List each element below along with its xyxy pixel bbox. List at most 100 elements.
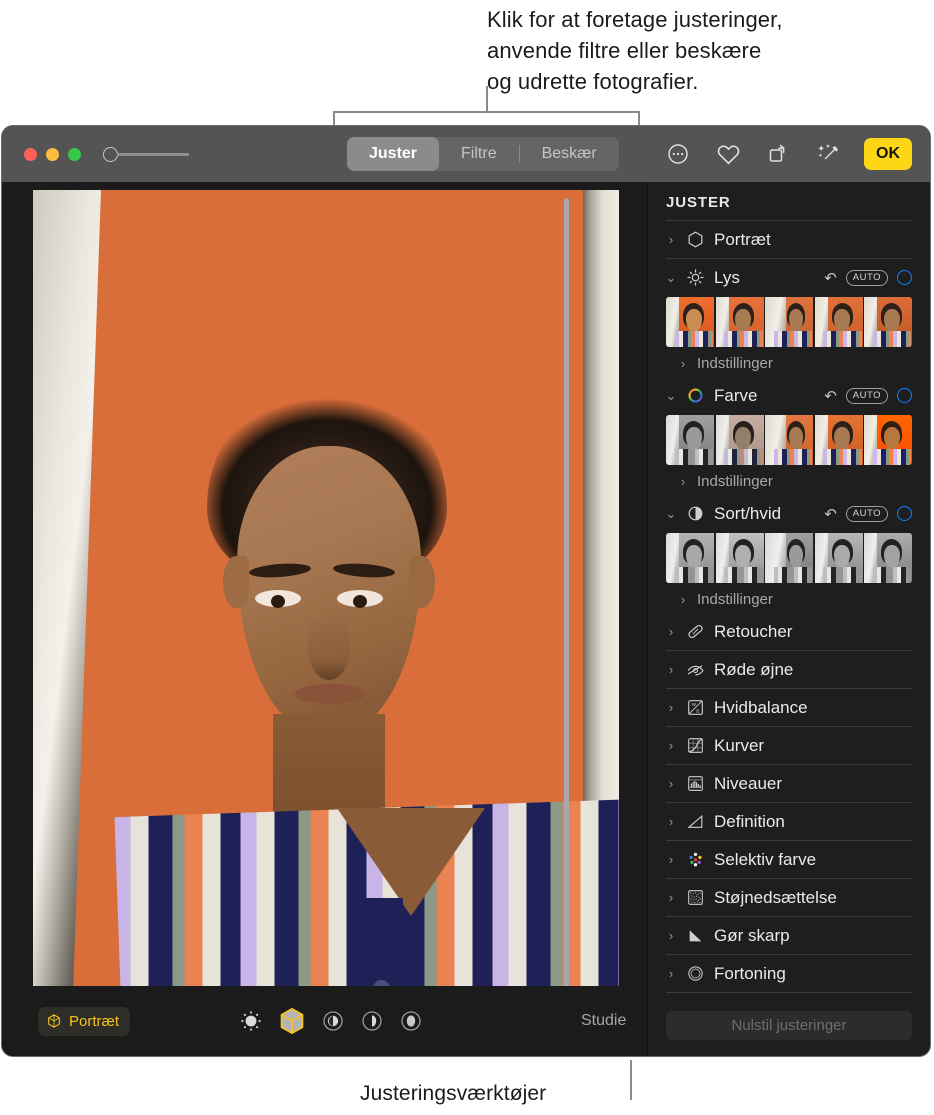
adjust-item-sort-hvid[interactable]: ⌄ Sort/hvid ↶ AUTO <box>666 495 912 532</box>
thumbnail[interactable] <box>864 297 912 347</box>
adjust-item-hvidbalance[interactable]: › W B Hvidbalance <box>666 689 912 726</box>
photo-scrollbar-thumb[interactable] <box>564 198 569 986</box>
revert-icon[interactable]: ↶ <box>824 387 837 405</box>
toggle-adjustment-circle[interactable] <box>897 506 912 521</box>
photo-scrollbar[interactable] <box>564 198 569 986</box>
lighting-option-studio-light[interactable] <box>277 1006 307 1036</box>
adjust-item-selektiv-farve[interactable]: › Selektiv fa <box>666 841 912 878</box>
adjust-item-label: Selektiv farve <box>714 850 912 870</box>
definition-icon <box>685 812 705 832</box>
rotate-icon[interactable] <box>764 140 792 168</box>
adjust-list[interactable]: › Portræt ⌄ <box>648 220 930 999</box>
photo-preview[interactable] <box>33 190 619 986</box>
zoom-slider[interactable] <box>103 147 189 162</box>
auto-button[interactable]: AUTO <box>846 388 888 404</box>
toolbar-right-actions: OK <box>664 126 912 182</box>
adjust-item-farve[interactable]: ⌄ Farve <box>666 377 912 414</box>
ok-button[interactable]: OK <box>864 138 912 170</box>
svg-text:W: W <box>691 702 696 708</box>
lighting-option-stage-light-mono[interactable] <box>398 1008 424 1034</box>
settings-label: Indstillinger <box>697 473 773 490</box>
auto-button[interactable]: AUTO <box>846 270 888 286</box>
lighting-option-stage-light[interactable] <box>359 1008 385 1034</box>
chevron-down-icon[interactable]: ⌄ <box>666 506 676 522</box>
more-options-icon[interactable] <box>664 140 692 168</box>
thumbnail[interactable] <box>765 415 813 465</box>
portrait-mode-badge[interactable]: Portræt <box>38 1007 130 1036</box>
chevron-right-icon[interactable]: › <box>666 232 676 247</box>
sort-hvid-settings-row[interactable]: › Indstillinger <box>666 585 912 613</box>
chevron-right-icon[interactable]: › <box>666 966 676 981</box>
thumbnail[interactable] <box>864 533 912 583</box>
chevron-right-icon[interactable]: › <box>666 814 676 829</box>
lys-settings-row[interactable]: › Indstillinger <box>666 349 912 377</box>
farve-preview-thumbnails[interactable] <box>666 415 912 465</box>
toggle-adjustment-circle[interactable] <box>897 270 912 285</box>
auto-button[interactable]: AUTO <box>846 506 888 522</box>
chevron-right-icon[interactable]: › <box>666 624 676 639</box>
auto-enhance-wand-icon[interactable] <box>814 140 842 168</box>
lighting-option-natural-light[interactable] <box>238 1008 264 1034</box>
chevron-right-icon[interactable]: › <box>666 852 676 867</box>
callout-text-top: Klik for at foretage justeringer, anvend… <box>487 4 783 97</box>
thumbnail[interactable] <box>666 533 714 583</box>
tab-beskaer[interactable]: Beskær <box>520 137 619 171</box>
thumbnail[interactable] <box>765 297 813 347</box>
adjust-item-gor-skarp[interactable]: › Gør skarp <box>666 917 912 954</box>
sort-hvid-preview-thumbnails[interactable] <box>666 533 912 583</box>
thumbnail[interactable] <box>716 533 764 583</box>
adjust-item-rode-ojne[interactable]: › Røde øjne <box>666 651 912 688</box>
thumbnail[interactable] <box>716 297 764 347</box>
thumbnail[interactable] <box>765 533 813 583</box>
chevron-right-icon[interactable]: › <box>666 700 676 715</box>
adjust-item-kurver[interactable]: › Kurver <box>666 727 912 764</box>
thumbnail[interactable] <box>815 415 863 465</box>
zoom-window-button[interactable] <box>68 148 81 161</box>
adjust-item-lys[interactable]: ⌄ Lys ↶ <box>666 259 912 296</box>
thumbnail[interactable] <box>815 297 863 347</box>
chevron-right-icon[interactable]: › <box>666 776 676 791</box>
chevron-right-icon[interactable]: › <box>666 662 676 677</box>
close-window-button[interactable] <box>24 148 37 161</box>
lys-preview-thumbnails[interactable] <box>666 297 912 347</box>
chevron-right-icon[interactable]: › <box>678 356 688 371</box>
adjust-panel: JUSTER › Portræt <box>647 182 930 1056</box>
subject-lips <box>295 684 365 704</box>
chevron-right-icon[interactable]: › <box>666 890 676 905</box>
shirt-placket <box>359 898 403 986</box>
adjust-item-stojnedsaettelse[interactable]: › <box>666 879 912 916</box>
panel-footer: Nulstil justeringer <box>648 999 930 1056</box>
zoom-slider-knob[interactable] <box>103 147 118 162</box>
chevron-right-icon[interactable]: › <box>666 738 676 753</box>
chevron-right-icon[interactable]: › <box>666 928 676 943</box>
adjust-item-label: Definition <box>714 812 912 832</box>
thumbnail[interactable] <box>666 297 714 347</box>
adjust-item-portraet[interactable]: › Portræt <box>666 221 912 258</box>
chevron-right-icon[interactable]: › <box>678 592 688 607</box>
chevron-down-icon[interactable]: ⌄ <box>666 270 676 286</box>
thumbnail[interactable] <box>666 415 714 465</box>
farve-settings-row[interactable]: › Indstillinger <box>666 467 912 495</box>
portrait-mode-label: Portræt <box>69 1013 119 1030</box>
chevron-down-icon[interactable]: ⌄ <box>666 388 676 404</box>
chevron-right-icon[interactable]: › <box>678 474 688 489</box>
thumbnail[interactable] <box>815 533 863 583</box>
revert-icon[interactable]: ↶ <box>824 505 837 523</box>
photo-canvas-area: Portræt <box>2 182 647 1056</box>
adjust-item-retoucher[interactable]: › Retoucher <box>666 613 912 650</box>
adjust-item-definition[interactable]: › Definition <box>666 803 912 840</box>
revert-icon[interactable]: ↶ <box>824 269 837 287</box>
thumbnail[interactable] <box>864 415 912 465</box>
minimize-window-button[interactable] <box>46 148 59 161</box>
lighting-option-contour-light[interactable] <box>320 1008 346 1034</box>
adjust-item-niveauer[interactable]: › Nivea <box>666 765 912 802</box>
tab-juster[interactable]: Juster <box>347 137 439 171</box>
tab-filtre[interactable]: Filtre <box>439 137 519 171</box>
toggle-adjustment-circle[interactable] <box>897 388 912 403</box>
adjust-item-fortoning[interactable]: › Fortoning <box>666 955 912 992</box>
favorite-heart-icon[interactable] <box>714 140 742 168</box>
subject-ear-right <box>409 556 435 608</box>
zoom-slider-track[interactable] <box>117 153 189 156</box>
thumbnail[interactable] <box>716 415 764 465</box>
reset-adjustments-button[interactable]: Nulstil justeringer <box>666 1011 912 1040</box>
